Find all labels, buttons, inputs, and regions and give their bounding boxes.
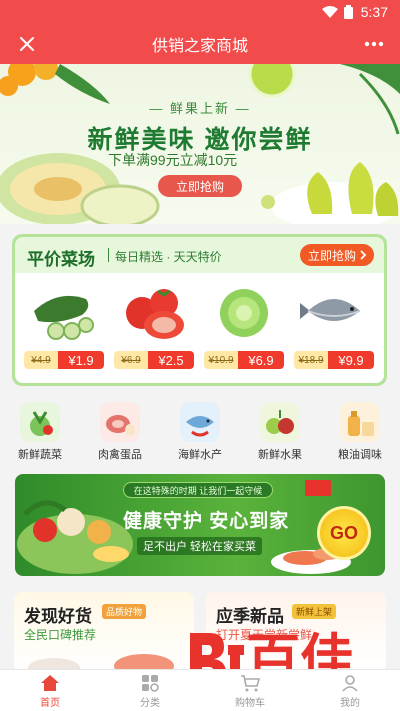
grain-oil-icon <box>340 402 380 442</box>
sale-price: ¥9.9 <box>328 351 374 369</box>
category-vegetables[interactable]: 新鲜蔬菜 <box>5 396 75 462</box>
price-tag: ¥6.9 ¥2.5 <box>114 351 194 369</box>
status-bar: 5:37 <box>0 0 400 24</box>
category-grain-oil[interactable]: 粮油调味 <box>325 396 395 462</box>
more-icon[interactable] <box>362 33 386 55</box>
chevron-right-icon <box>360 250 367 260</box>
product-card[interactable]: ¥10.9 ¥6.9 <box>204 279 284 375</box>
lettuce-image <box>220 289 268 337</box>
category-seafood[interactable]: 海鲜水产 <box>165 396 235 462</box>
fruit-banner[interactable]: — 鲜果上新 — 新鲜美味 邀你尝鲜 下单满99元立减10元 立即抢购 <box>0 64 400 224</box>
tab-label: 我的 <box>340 697 360 709</box>
page-title: 供销之家商城 <box>151 38 248 55</box>
sale-price: ¥1.9 <box>58 351 104 369</box>
fruit-icon <box>260 402 300 442</box>
app-bar: 供销之家商城 <box>0 24 400 64</box>
user-icon <box>340 674 360 692</box>
pingjia-buy-button[interactable]: 立即抢购 <box>299 244 374 266</box>
banner-subline: 下单满99元立减10元 <box>108 152 238 168</box>
status-icons <box>321 5 353 19</box>
tomato-image <box>126 289 184 339</box>
category-row: 新鲜蔬菜 肉禽蛋品 海鲜水产 新鲜水果 粮油调味 <box>0 396 400 466</box>
promo-banner[interactable]: 在这特殊的时期 让我们一起守候 健康守护 安心到家 足不出户 轻松在家买菜 GO <box>15 474 385 576</box>
card-badge: 新鲜上架 <box>292 604 337 619</box>
tab-label: 首页 <box>40 697 60 709</box>
sale-price: ¥6.9 <box>238 351 284 369</box>
fish-image <box>300 299 361 321</box>
category-fruit[interactable]: 新鲜水果 <box>245 396 315 462</box>
seafood-icon <box>180 402 220 442</box>
pingjia-title: 平价菜场 <box>27 250 95 269</box>
category-icon <box>140 674 160 692</box>
promo-top-text: 在这特殊的时期 让我们一起守候 <box>123 482 273 498</box>
price-tag: ¥10.9 ¥6.9 <box>204 351 284 369</box>
pingjia-buy-label: 立即抢购 <box>307 248 356 263</box>
tab-category[interactable]: 分类 <box>100 670 200 711</box>
promo-note: 足不出户 轻松在家买菜 <box>137 537 263 555</box>
meat-icon <box>100 402 140 442</box>
close-icon[interactable] <box>16 33 38 55</box>
promo-go-button[interactable]: GO <box>317 506 371 560</box>
divider <box>108 248 109 262</box>
pingjia-subtitle: 每日精选 · 天天特价 <box>115 250 222 264</box>
pingjia-section: 平价菜场 每日精选 · 天天特价 立即抢购 ¥4.9 ¥1.9 ¥6.9 ¥2.… <box>12 234 387 386</box>
category-meat-eggs[interactable]: 肉禽蛋品 <box>85 396 155 462</box>
cart-icon <box>240 674 260 692</box>
battery-icon <box>343 5 353 19</box>
original-price: ¥6.9 <box>114 351 148 369</box>
promo-slogan: 健康守护 安心到家 <box>123 511 290 532</box>
tab-profile[interactable]: 我的 <box>300 670 400 711</box>
price-tag: ¥4.9 ¥1.9 <box>24 351 104 369</box>
sale-price: ¥2.5 <box>148 351 194 369</box>
category-label: 新鲜水果 <box>258 449 302 461</box>
cucumber-image <box>34 295 94 340</box>
discover-goods-card[interactable]: 发现好货 品质好物 全民口碑推荐 <box>14 592 194 672</box>
tab-label: 分类 <box>140 697 160 709</box>
tab-label: 购物车 <box>235 697 265 709</box>
seafood-image <box>28 654 174 672</box>
banner-tag: — 鲜果上新 — <box>149 101 251 116</box>
category-label: 粮油调味 <box>338 449 382 461</box>
wifi-icon <box>321 6 338 18</box>
tab-home[interactable]: 首页 <box>0 670 100 711</box>
category-label: 肉禽蛋品 <box>98 449 142 461</box>
category-label: 海鲜水产 <box>178 449 222 461</box>
banner-buy-button[interactable]: 立即抢购 <box>158 175 242 197</box>
product-card[interactable]: ¥6.9 ¥2.5 <box>114 279 194 375</box>
vegetable-icon <box>20 402 60 442</box>
product-card[interactable]: ¥18.9 ¥9.9 <box>294 279 374 375</box>
category-label: 新鲜蔬菜 <box>18 449 62 461</box>
status-time: 5:37 <box>360 4 388 20</box>
original-price: ¥4.9 <box>24 351 58 369</box>
home-icon <box>40 674 60 692</box>
tab-cart[interactable]: 购物车 <box>200 670 300 711</box>
price-tag: ¥18.9 ¥9.9 <box>294 351 374 369</box>
bottom-tab-bar: 首页 分类 购物车 我的 <box>0 669 400 711</box>
product-card[interactable]: ¥4.9 ¥1.9 <box>24 279 104 375</box>
original-price: ¥18.9 <box>294 351 328 369</box>
original-price: ¥10.9 <box>204 351 238 369</box>
